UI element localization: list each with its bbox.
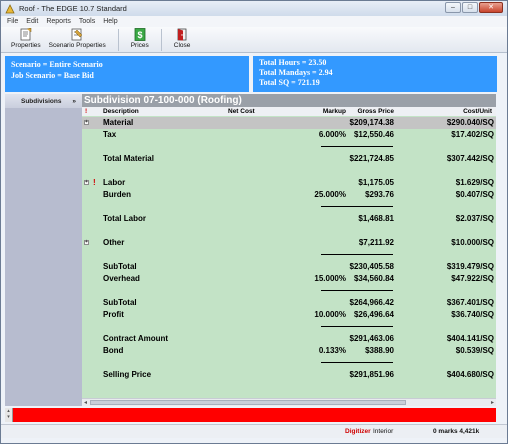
window-title: Roof - The EDGE 10.7 Standard (19, 4, 127, 13)
prices-label: Prices (130, 42, 149, 49)
table-row[interactable]: Overhead 15.000% $34,560.84 $47.922/SQ (82, 273, 496, 285)
menu-reports[interactable]: Reports (46, 18, 71, 25)
expand-icon[interactable]: + (84, 120, 89, 125)
table-row[interactable]: Contract Amount $291,463.06 $404.141/SQ (82, 333, 496, 345)
menu-tools[interactable]: Tools (79, 18, 95, 25)
app-icon (5, 3, 15, 13)
warning-flag-icon: ! (93, 178, 96, 187)
subdivisions-header[interactable]: Subdivisions » (5, 94, 82, 108)
application-window: Roof - The EDGE 10.7 Standard – □ ✕ File… (0, 0, 508, 444)
toolbar-separator (117, 29, 119, 51)
properties-button[interactable]: Properties (7, 27, 45, 50)
subtotal-rule (321, 326, 393, 327)
totals-summary-panel: Total Hours = 23.50 Total Mandays = 2.94… (253, 56, 497, 92)
collapse-chevron-icon[interactable]: » (72, 98, 76, 105)
total-hours-text: Total Hours = 23.50 (259, 58, 327, 67)
gross-price-column-header[interactable]: Gross Price (358, 108, 395, 115)
close-button[interactable]: Close (170, 27, 195, 50)
close-label: Close (173, 42, 191, 49)
table-row[interactable]: + ! Labor $1,175.05 $1.629/SQ (82, 177, 496, 189)
subtotal-rule (321, 290, 393, 291)
svg-text:$: $ (137, 30, 142, 40)
maximize-button[interactable]: □ (462, 2, 478, 13)
menu-file[interactable]: File (7, 18, 18, 25)
subtotal-rule (321, 254, 393, 255)
total-sq-text: Total SQ = 721.19 (259, 78, 320, 87)
subdivisions-label: Subdivisions (21, 97, 62, 105)
digitizer-status: Digitizer (345, 428, 371, 435)
marks-status: 0 marks 4,421k (433, 428, 480, 435)
table-row[interactable]: SubTotal $230,405.58 $319.479/SQ (82, 261, 496, 273)
prices-button[interactable]: $ Prices (127, 27, 153, 50)
scenario-properties-button[interactable]: Scenario Properties (45, 27, 110, 50)
job-scenario-text: Job Scenario = Base Bid (11, 71, 94, 80)
scroll-left-arrow-icon[interactable]: ◂ (84, 399, 87, 406)
scenario-summary-panel: Scenario = Entire Scenario Job Scenario … (5, 56, 249, 92)
table-row[interactable]: Burden 25.000% $293.76 $0.407/SQ (82, 189, 496, 201)
table-row[interactable]: + Material $209,174.38 $290.040/SQ (82, 117, 496, 129)
subtotal-rule (321, 146, 393, 147)
title-bar[interactable]: Roof - The EDGE 10.7 Standard – □ ✕ (1, 1, 507, 16)
exit-door-icon (177, 28, 187, 41)
horizontal-scrollbar[interactable]: ◂ ▸ (82, 398, 496, 406)
scrollbar-thumb[interactable] (90, 400, 406, 405)
minimize-button[interactable]: – (445, 2, 461, 13)
description-column-header[interactable]: Description (103, 108, 139, 115)
column-header-row: ! Description Net Cost Markup Gross Pric… (82, 107, 496, 116)
properties-label: Properties (11, 42, 41, 49)
menu-help[interactable]: Help (103, 18, 117, 25)
table-row[interactable]: Total Labor $1,468.81 $2.037/SQ (82, 213, 496, 225)
scenario-properties-icon (71, 28, 83, 41)
total-mandays-text: Total Mandays = 2.94 (259, 68, 333, 77)
close-window-button[interactable]: ✕ (479, 2, 503, 13)
expand-icon[interactable]: + (84, 240, 89, 245)
scenario-text: Scenario = Entire Scenario (11, 60, 103, 69)
scenario-properties-label: Scenario Properties (48, 42, 106, 49)
toolbar-separator (160, 29, 162, 51)
table-row[interactable]: Tax 6.000% $12,550.46 $17.402/SQ (82, 129, 496, 141)
table-row[interactable]: Profit 10.000% $26,496.64 $36.740/SQ (82, 309, 496, 321)
subdivision-title: Subdivision 07-100-000 (Roofing) (82, 94, 496, 107)
mode-status: Interior (373, 428, 394, 435)
expand-icon[interactable]: + (84, 180, 89, 185)
status-bar: Digitizer Interior 0 marks 4,421k (1, 424, 507, 438)
subtotal-rule (321, 206, 393, 207)
subtotal-rule (321, 362, 393, 363)
drawing-panel-bar[interactable]: ▴ ▾ (5, 408, 496, 422)
menu-bar: File Edit Reports Tools Help (1, 16, 507, 27)
cost-unit-column-header[interactable]: Cost/Unit (463, 108, 492, 115)
sidebar: Subdivisions » (5, 94, 82, 406)
net-cost-column-header[interactable]: Net Cost (228, 108, 255, 115)
table-row[interactable]: SubTotal $264,966.42 $367.401/SQ (82, 297, 496, 309)
toolbar: Properties Scenario Properties $ Prices … (1, 27, 507, 53)
prices-icon: $ (134, 28, 146, 41)
price-summary-table: Subdivision 07-100-000 (Roofing) ! Descr… (82, 94, 496, 406)
table-row[interactable]: + Other $7,211.92 $10.000/SQ (82, 237, 496, 249)
window-controls: – □ ✕ (445, 2, 503, 13)
table-row[interactable]: Bond 0.133% $388.90 $0.539/SQ (82, 345, 496, 357)
menu-edit[interactable]: Edit (26, 18, 38, 25)
markup-column-header[interactable]: Markup (323, 108, 346, 115)
table-row[interactable]: Total Material $221,724.85 $307.442/SQ (82, 153, 496, 165)
panel-grip-icon[interactable]: ▴ ▾ (5, 408, 13, 422)
properties-icon (20, 28, 32, 41)
scroll-right-arrow-icon[interactable]: ▸ (491, 399, 494, 406)
table-row[interactable]: Selling Price $291,851.96 $404.680/SQ (82, 369, 496, 381)
flag-column-header: ! (85, 108, 88, 115)
